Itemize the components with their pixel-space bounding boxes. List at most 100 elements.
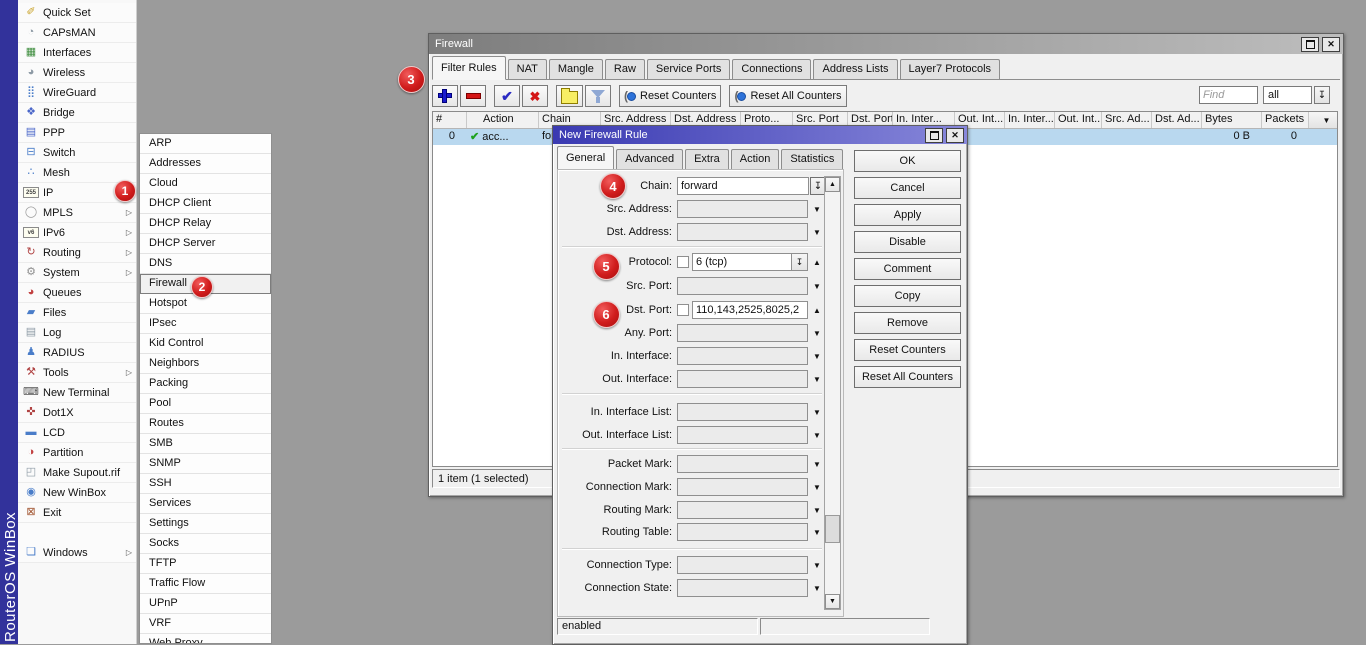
disable-rule-button[interactable]: ✖ bbox=[522, 85, 548, 107]
reset-counters-button[interactable]: Reset Counters bbox=[854, 339, 961, 361]
column-header[interactable]: Dst. Ad... bbox=[1152, 112, 1202, 128]
sidebar-item-lcd[interactable]: ▬LCD bbox=[18, 423, 136, 443]
filter-button[interactable] bbox=[585, 85, 611, 107]
protocol-combobox[interactable]: 6 (tcp)↧ bbox=[692, 253, 808, 271]
reset-counters-button[interactable]: ( Reset Counters bbox=[619, 85, 721, 107]
chain-combobox[interactable]: forward bbox=[677, 177, 809, 195]
sidebar-item-ppp[interactable]: ▤PPP bbox=[18, 123, 136, 143]
submenu-item-dhcp-relay[interactable]: DHCP Relay bbox=[140, 214, 271, 234]
dst-port-input[interactable]: 110,143,2525,8025,2 bbox=[692, 301, 808, 319]
in-interface-list-field[interactable] bbox=[677, 403, 808, 421]
out-interface-field[interactable] bbox=[677, 370, 808, 388]
scrollbar-thumb[interactable] bbox=[825, 515, 840, 543]
column-selector-button[interactable]: ▼ bbox=[1309, 112, 1338, 128]
scroll-down-button[interactable]: ▼ bbox=[825, 594, 840, 609]
reset-all-counters-button[interactable]: Reset All Counters bbox=[854, 366, 961, 388]
submenu-item-kid-control[interactable]: Kid Control bbox=[140, 334, 271, 354]
submenu-item-arp[interactable]: ARP bbox=[140, 134, 271, 154]
routing-mark-field[interactable] bbox=[677, 501, 808, 519]
filter-scope-dropdown-button[interactable]: ↧ bbox=[1314, 86, 1330, 104]
sidebar-item-tools[interactable]: ⚒Tools▷ bbox=[18, 363, 136, 383]
sidebar-item-mesh[interactable]: ∴Mesh bbox=[18, 163, 136, 183]
find-input[interactable] bbox=[1199, 86, 1258, 104]
dialog-titlebar[interactable]: New Firewall Rule ✕ bbox=[553, 126, 967, 144]
cancel-button[interactable]: Cancel bbox=[854, 177, 961, 199]
remove-rule-button[interactable] bbox=[460, 85, 486, 107]
sidebar-item-radius[interactable]: ♟RADIUS bbox=[18, 343, 136, 363]
sidebar-item-wireless[interactable]: ◕Wireless bbox=[18, 63, 136, 83]
sidebar-item-system[interactable]: ⚙System▷ bbox=[18, 263, 136, 283]
submenu-item-ipsec[interactable]: IPsec bbox=[140, 314, 271, 334]
packet-mark-field[interactable] bbox=[677, 455, 808, 473]
routing-table-field[interactable] bbox=[677, 523, 808, 541]
submenu-item-vrf[interactable]: VRF bbox=[140, 614, 271, 634]
tab-layer7-protocols[interactable]: Layer7 Protocols bbox=[900, 59, 1001, 79]
maximize-button[interactable] bbox=[1301, 37, 1319, 52]
tab-address-lists[interactable]: Address Lists bbox=[813, 59, 897, 79]
submenu-item-ssh[interactable]: SSH bbox=[140, 474, 271, 494]
column-header[interactable]: Packets bbox=[1262, 112, 1309, 128]
sidebar-item-queues[interactable]: ◕Queues bbox=[18, 283, 136, 303]
dialog-tab-extra[interactable]: Extra bbox=[685, 149, 729, 169]
dst-port-checkbox[interactable] bbox=[677, 304, 689, 316]
submenu-item-socks[interactable]: Socks bbox=[140, 534, 271, 554]
sidebar-item-quick-set[interactable]: ✐Quick Set bbox=[18, 3, 136, 23]
out-interface-list-field[interactable] bbox=[677, 426, 808, 444]
submenu-item-services[interactable]: Services bbox=[140, 494, 271, 514]
protocol-dropdown-button[interactable]: ↧ bbox=[791, 254, 807, 270]
remove-button[interactable]: Remove bbox=[854, 312, 961, 334]
submenu-item-snmp[interactable]: SNMP bbox=[140, 454, 271, 474]
sidebar-item-bridge[interactable]: ❖Bridge bbox=[18, 103, 136, 123]
submenu-item-packing[interactable]: Packing bbox=[140, 374, 271, 394]
submenu-item-pool[interactable]: Pool bbox=[140, 394, 271, 414]
protocol-checkbox[interactable] bbox=[677, 256, 689, 268]
column-header[interactable]: # bbox=[433, 112, 467, 128]
submenu-item-routes[interactable]: Routes bbox=[140, 414, 271, 434]
dialog-tab-statistics[interactable]: Statistics bbox=[781, 149, 843, 169]
submenu-item-dhcp-client[interactable]: DHCP Client bbox=[140, 194, 271, 214]
submenu-item-dns[interactable]: DNS bbox=[140, 254, 271, 274]
sidebar-item-mpls[interactable]: ◯MPLS▷ bbox=[18, 203, 136, 223]
sidebar-item-capsman[interactable]: ◔CAPsMAN bbox=[18, 23, 136, 43]
column-header[interactable]: Action bbox=[467, 112, 539, 128]
sidebar-item-new-winbox[interactable]: ◉New WinBox bbox=[18, 483, 136, 503]
filter-scope-select[interactable]: all bbox=[1263, 86, 1312, 104]
src-port-field[interactable] bbox=[677, 277, 808, 295]
tab-mangle[interactable]: Mangle bbox=[549, 59, 603, 79]
comment-button[interactable] bbox=[556, 85, 583, 107]
dst-address-field[interactable] bbox=[677, 223, 808, 241]
tab-nat[interactable]: NAT bbox=[508, 59, 547, 79]
column-header[interactable]: Bytes bbox=[1202, 112, 1262, 128]
tab-raw[interactable]: Raw bbox=[605, 59, 645, 79]
submenu-item-web-proxy[interactable]: Web Proxy bbox=[140, 634, 271, 644]
submenu-item-smb[interactable]: SMB bbox=[140, 434, 271, 454]
any-port-field[interactable] bbox=[677, 324, 808, 342]
sidebar-item-files[interactable]: ▰Files bbox=[18, 303, 136, 323]
form-scrollbar[interactable]: ▲ ▼ bbox=[824, 176, 841, 610]
sidebar-item-log[interactable]: ▤Log bbox=[18, 323, 136, 343]
in-interface-field[interactable] bbox=[677, 347, 808, 365]
submenu-item-neighbors[interactable]: Neighbors bbox=[140, 354, 271, 374]
sidebar-item-exit[interactable]: ⊠Exit bbox=[18, 503, 136, 523]
ok-button[interactable]: OK bbox=[854, 150, 961, 172]
column-header[interactable]: In. Inter... bbox=[1005, 112, 1055, 128]
src-address-field[interactable] bbox=[677, 200, 808, 218]
dialog-close-button[interactable]: ✕ bbox=[946, 128, 964, 143]
tab-connections[interactable]: Connections bbox=[732, 59, 811, 79]
copy-button[interactable]: Copy bbox=[854, 285, 961, 307]
apply-button[interactable]: Apply bbox=[854, 204, 961, 226]
dialog-tab-advanced[interactable]: Advanced bbox=[616, 149, 683, 169]
column-header[interactable]: Src. Ad... bbox=[1102, 112, 1152, 128]
sidebar-item-windows[interactable]: ❏Windows▷ bbox=[18, 543, 136, 563]
submenu-item-settings[interactable]: Settings bbox=[140, 514, 271, 534]
scroll-up-button[interactable]: ▲ bbox=[825, 177, 840, 192]
sidebar-item-ipv6[interactable]: v6IPv6▷ bbox=[18, 223, 136, 243]
connection-type-field[interactable] bbox=[677, 556, 808, 574]
dialog-tab-general[interactable]: General bbox=[557, 146, 614, 170]
close-button[interactable]: ✕ bbox=[1322, 37, 1340, 52]
connection-mark-field[interactable] bbox=[677, 478, 808, 496]
sidebar-item-interfaces[interactable]: ▦Interfaces bbox=[18, 43, 136, 63]
connection-state-field[interactable] bbox=[677, 579, 808, 597]
sidebar-item-partition[interactable]: ◑Partition bbox=[18, 443, 136, 463]
disable-button[interactable]: Disable bbox=[854, 231, 961, 253]
